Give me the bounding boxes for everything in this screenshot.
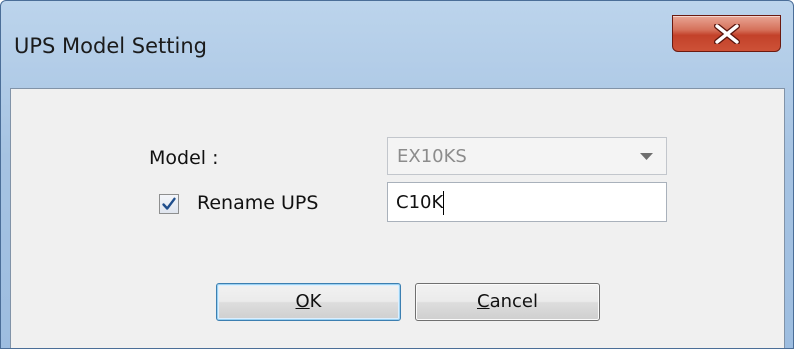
rename-ups-label[interactable]: Rename UPS <box>197 192 318 214</box>
chevron-down-icon <box>640 153 653 160</box>
close-button[interactable] <box>672 15 781 52</box>
cancel-button[interactable]: Cancel <box>415 283 600 321</box>
rename-ups-input[interactable]: C10K <box>387 182 667 222</box>
model-select[interactable]: EX10KS <box>387 137 667 175</box>
window-title: UPS Model Setting <box>14 34 207 58</box>
text-caret <box>443 191 444 215</box>
checkmark-icon <box>162 197 176 210</box>
ok-button[interactable]: OK <box>216 283 401 321</box>
title-bar[interactable]: UPS Model Setting <box>1 1 793 79</box>
cancel-label-rest: ancel <box>489 291 538 312</box>
close-icon <box>714 24 740 44</box>
cancel-accelerator: C <box>477 291 490 312</box>
dialog-body: Model : EX10KS Rename UPS C10K OK Cancel <box>10 88 785 348</box>
ok-accelerator: O <box>295 291 310 312</box>
dialog-window: UPS Model Setting Model : EX10KS Rename … <box>0 0 794 349</box>
rename-ups-checkbox[interactable] <box>159 194 179 214</box>
ok-label-rest: K <box>309 291 322 312</box>
rename-ups-input-value: C10K <box>396 192 444 213</box>
model-select-value: EX10KS <box>397 146 467 167</box>
model-label: Model : <box>149 147 219 169</box>
